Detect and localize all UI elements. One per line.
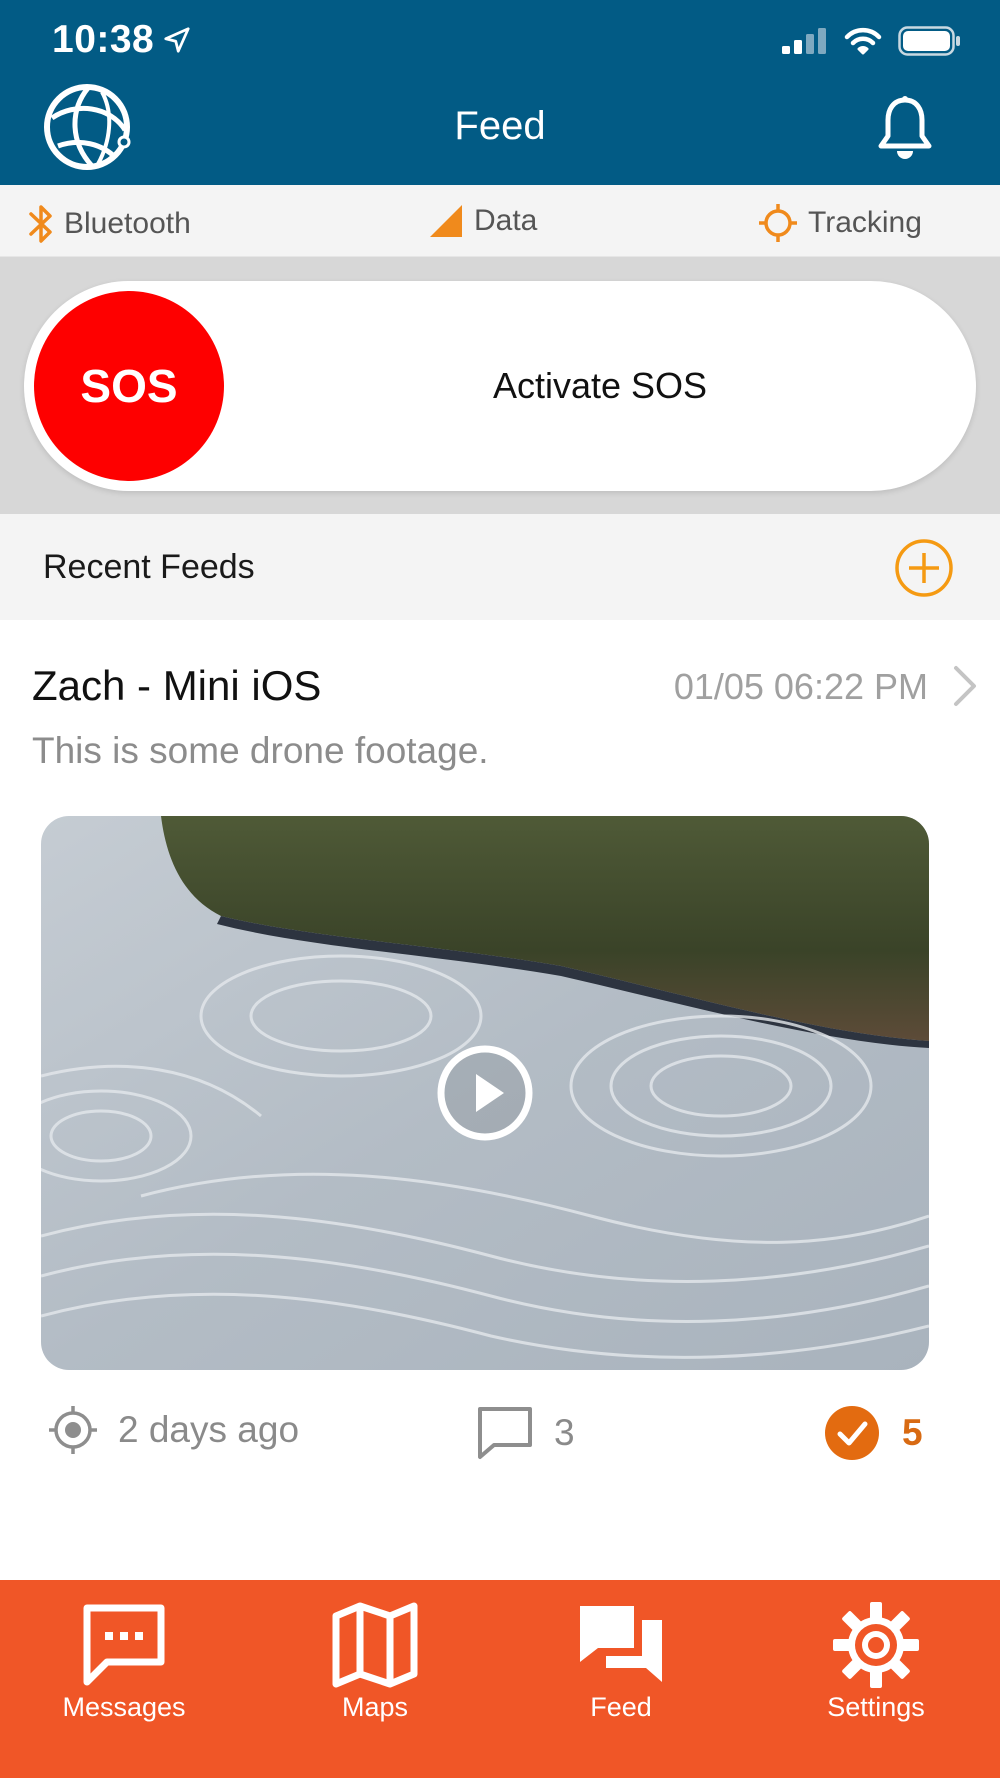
data-label: Data	[474, 204, 538, 237]
tab-feed[interactable]: Feed	[531, 1600, 711, 1750]
crosshair-icon	[759, 204, 797, 242]
wifi-icon	[844, 27, 882, 55]
app-header: 10:38 Feed	[0, 0, 1000, 185]
activate-sos-label: Activate SOS	[492, 365, 708, 406]
notification-bell-icon[interactable]	[876, 96, 934, 162]
data-status[interactable]: Data	[428, 203, 537, 239]
feed-location[interactable]: 2 days ago	[48, 1405, 299, 1455]
tab-maps-label: Maps	[341, 1692, 409, 1722]
check-circle-icon	[825, 1406, 879, 1460]
map-icon	[332, 1602, 418, 1688]
tab-settings[interactable]: Settings	[786, 1600, 966, 1750]
chevron-right-icon[interactable]	[952, 664, 978, 708]
recent-feeds-header: Recent Feeds	[0, 514, 1000, 620]
feed-card[interactable]: Zach - Mini iOS 01/05 06:22 PM This is s…	[0, 620, 1000, 1580]
tab-maps[interactable]: Maps	[285, 1600, 465, 1750]
feed-description: This is some drone footage.	[32, 730, 489, 771]
page-title: Feed	[454, 104, 546, 148]
play-icon[interactable]	[436, 1044, 534, 1142]
feed-confirmations[interactable]: 5	[824, 1405, 923, 1461]
feed-comments[interactable]: 3	[476, 1405, 575, 1461]
tab-messages[interactable]: Messages	[34, 1600, 214, 1750]
tab-settings-label: Settings	[827, 1692, 925, 1722]
confirmation-count: 5	[902, 1412, 923, 1453]
status-indicators	[782, 26, 962, 56]
tab-messages-label: Messages	[62, 1692, 186, 1722]
sos-section: SOS Activate SOS	[0, 257, 1000, 514]
bluetooth-status[interactable]: Bluetooth	[28, 203, 191, 245]
recent-feeds-title: Recent Feeds	[43, 548, 255, 586]
tracking-label: Tracking	[808, 206, 922, 239]
connection-status-bar: Bluetooth Data Tracking	[0, 185, 1000, 257]
add-feed-plus-icon[interactable]	[894, 538, 954, 598]
battery-icon	[898, 26, 960, 56]
status-time-text: 10:38	[52, 18, 155, 61]
bluetooth-icon	[29, 205, 52, 243]
chat-bubbles-icon	[580, 1606, 662, 1682]
bottom-tab-bar: Messages Maps Feed Settings	[0, 1580, 1000, 1778]
location-arrow-icon	[164, 27, 190, 53]
video-thumbnail[interactable]	[41, 816, 929, 1370]
status-time: 10:38	[52, 18, 192, 62]
comment-icon	[478, 1407, 532, 1459]
feed-author: Zach - Mini iOS	[32, 662, 322, 709]
feed-timestamp: 01/05 06:22 PM	[673, 666, 928, 707]
message-bubble-icon	[83, 1604, 165, 1686]
bluetooth-label: Bluetooth	[64, 207, 191, 240]
feed-location-time: 2 days ago	[118, 1409, 300, 1450]
comment-count: 3	[554, 1412, 575, 1453]
tab-feed-label: Feed	[590, 1692, 652, 1722]
sos-button[interactable]: SOS	[34, 291, 224, 481]
location-target-icon	[49, 1406, 97, 1454]
tracking-status[interactable]: Tracking	[758, 203, 922, 243]
sos-slider[interactable]: SOS Activate SOS	[24, 281, 976, 491]
cellular-signal-icon	[782, 28, 826, 54]
signal-triangle-icon	[430, 205, 462, 237]
gear-icon	[833, 1602, 919, 1688]
